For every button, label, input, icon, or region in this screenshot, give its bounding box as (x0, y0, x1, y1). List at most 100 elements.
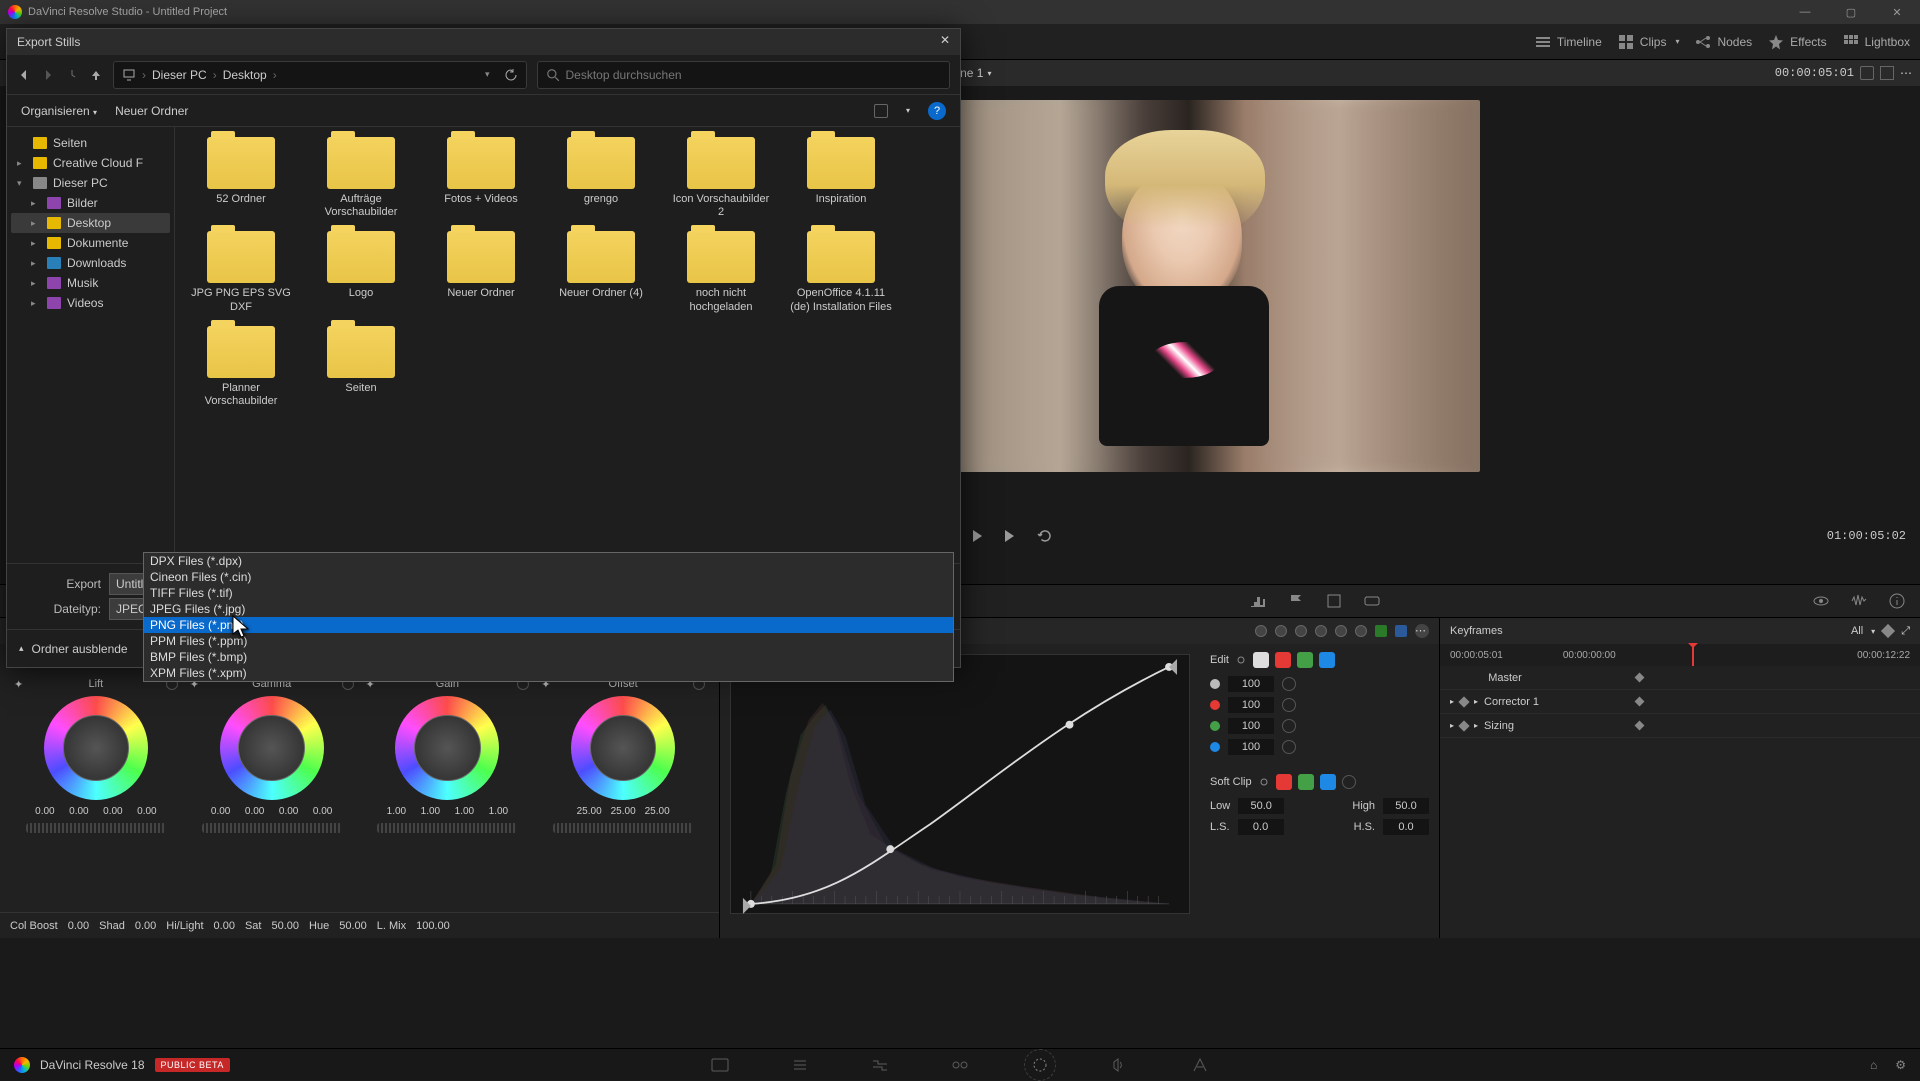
high-value[interactable] (1383, 798, 1429, 814)
flag-icon[interactable] (1287, 592, 1305, 610)
timeline-button[interactable]: Timeline (1535, 34, 1602, 50)
curve-mode-2[interactable] (1275, 625, 1287, 637)
collapse-icon[interactable]: ▴ (19, 643, 24, 654)
tree-item[interactable]: ▸Dokumente (11, 233, 170, 253)
deliver-page-icon[interactable] (1190, 1055, 1210, 1075)
waveform-icon[interactable] (1850, 592, 1868, 610)
reset-icon[interactable] (1282, 677, 1296, 691)
jog-wheel[interactable] (26, 823, 166, 833)
hilight-value[interactable]: 0.00 (214, 920, 235, 932)
nav-forward-icon[interactable] (41, 68, 55, 82)
keyframe-row[interactable]: ▸▸Sizing (1440, 714, 1920, 738)
wheel-num[interactable]: 0.00 (98, 806, 128, 817)
sc-reset-icon[interactable] (1342, 775, 1356, 789)
effects-button[interactable]: Effects (1768, 34, 1826, 50)
folder-item[interactable]: JPG PNG EPS SVG DXF (189, 231, 293, 313)
link-icon[interactable] (1258, 776, 1270, 788)
nav-up-icon[interactable] (89, 68, 103, 82)
gamma-wheel[interactable] (220, 696, 324, 800)
wheel-num[interactable]: 1.00 (483, 806, 513, 817)
wheel-num[interactable]: 0.00 (132, 806, 162, 817)
curve-mode-5[interactable] (1335, 625, 1347, 637)
channel-dot[interactable] (1210, 721, 1220, 731)
organize-button[interactable]: Organisieren ▾ (21, 104, 97, 118)
folder-tree[interactable]: Seiten▸Creative Cloud F▾Dieser PC▸Bilder… (7, 127, 175, 563)
sc-red-chip[interactable] (1276, 774, 1292, 790)
scopes-icon[interactable] (1249, 592, 1267, 610)
curve-mode-7[interactable] (1375, 625, 1387, 637)
help-icon[interactable]: ? (928, 102, 946, 120)
folder-item[interactable]: Fotos + Videos (429, 137, 533, 219)
green-chip[interactable] (1297, 652, 1313, 668)
clips-button[interactable]: Clips▾ (1618, 34, 1680, 50)
timecode-display[interactable]: 00:00:05:01 (1775, 66, 1854, 80)
menu-icon[interactable]: ⋯ (1900, 66, 1912, 80)
folder-item[interactable]: Inspiration (789, 137, 893, 219)
wheel-num[interactable]: 1.00 (381, 806, 411, 817)
home-icon[interactable]: ⌂ (1870, 1058, 1877, 1072)
close-button[interactable]: ✕ (1874, 0, 1920, 24)
reset-icon[interactable] (1282, 740, 1296, 754)
hue-value[interactable]: 50.00 (339, 920, 367, 932)
nodes-button[interactable]: Nodes (1695, 34, 1752, 50)
filetype-dropdown[interactable]: DPX Files (*.dpx)Cineon Files (*.cin)TIF… (143, 552, 954, 682)
channel-dot[interactable] (1210, 742, 1220, 752)
jog-wheel[interactable] (377, 823, 517, 833)
folder-item[interactable]: noch nicht hochgeladen (669, 231, 773, 313)
tree-item[interactable]: ▾Dieser PC (11, 173, 170, 193)
fx-icon[interactable] (1363, 592, 1381, 610)
play-icon[interactable] (969, 528, 985, 544)
folder-item[interactable]: Planner Vorschaubilder (189, 326, 293, 408)
wheel-num[interactable]: 0.00 (274, 806, 304, 817)
red-chip[interactable] (1275, 652, 1291, 668)
curve-mode-1[interactable] (1255, 625, 1267, 637)
playhead[interactable] (1692, 644, 1694, 666)
wheel-num[interactable]: 0.00 (64, 806, 94, 817)
view-mode-icon[interactable] (874, 104, 888, 118)
curve-mode-8[interactable] (1395, 625, 1407, 637)
channel-dot[interactable] (1210, 679, 1220, 689)
wheel-num[interactable]: 1.00 (449, 806, 479, 817)
tree-item[interactable]: ▸Creative Cloud F (11, 153, 170, 173)
curve-mode-6[interactable] (1355, 625, 1367, 637)
folder-item[interactable]: 52 Ordner (189, 137, 293, 219)
offset-wheel[interactable] (571, 696, 675, 800)
cut-page-icon[interactable] (790, 1055, 810, 1075)
path-field[interactable]: ›Dieser PC ›Desktop › ▾ (113, 61, 527, 89)
reset-icon[interactable] (1282, 719, 1296, 733)
eye-icon[interactable] (1812, 592, 1830, 610)
info-icon[interactable] (1888, 592, 1906, 610)
keyframe-diamond[interactable] (1635, 697, 1645, 707)
panel-menu-icon[interactable]: ⋯ (1415, 624, 1429, 638)
lightbox-button[interactable]: Lightbox (1843, 34, 1910, 50)
sat-value[interactable]: 50.00 (271, 920, 299, 932)
folder-grid[interactable]: 52 OrdnerAufträge VorschaubilderFotos + … (175, 127, 960, 563)
channel-value[interactable] (1228, 718, 1274, 734)
color-page-icon[interactable] (1030, 1055, 1050, 1075)
curve-mode-4[interactable] (1315, 625, 1327, 637)
keyframe-diamond[interactable] (1635, 721, 1645, 731)
folder-item[interactable]: Icon Vorschaubilder 2 (669, 137, 773, 219)
curve-mode-3[interactable] (1295, 625, 1307, 637)
new-folder-button[interactable]: Neuer Ordner (115, 104, 188, 118)
sc-blue-chip[interactable] (1320, 774, 1336, 790)
lut-icon[interactable] (1325, 592, 1343, 610)
fusion-page-icon[interactable] (950, 1055, 970, 1075)
ls-value[interactable] (1238, 819, 1284, 835)
wheel-num[interactable]: 25.00 (642, 806, 672, 817)
channel-value[interactable] (1228, 739, 1274, 755)
fairlight-page-icon[interactable] (1110, 1055, 1130, 1075)
filetype-option[interactable]: XPM Files (*.xpm) (144, 665, 953, 681)
channel-dot[interactable] (1210, 700, 1220, 710)
folder-item[interactable]: OpenOffice 4.1.11 (de) Installation File… (789, 231, 893, 313)
dialog-close-button[interactable]: ✕ (936, 33, 954, 51)
refresh-icon[interactable] (504, 68, 518, 82)
picker-icon[interactable]: ✦ (14, 678, 26, 690)
wheel-num[interactable]: 1.00 (415, 806, 445, 817)
folder-item[interactable]: Neuer Ordner (429, 231, 533, 313)
settings-icon[interactable]: ⚙ (1895, 1058, 1906, 1072)
path-dropdown-icon[interactable]: ▾ (485, 69, 490, 80)
wheel-num[interactable]: 25.00 (608, 806, 638, 817)
filetype-option[interactable]: PNG Files (*.png) (144, 617, 953, 633)
tree-item[interactable]: ▸Bilder (11, 193, 170, 213)
